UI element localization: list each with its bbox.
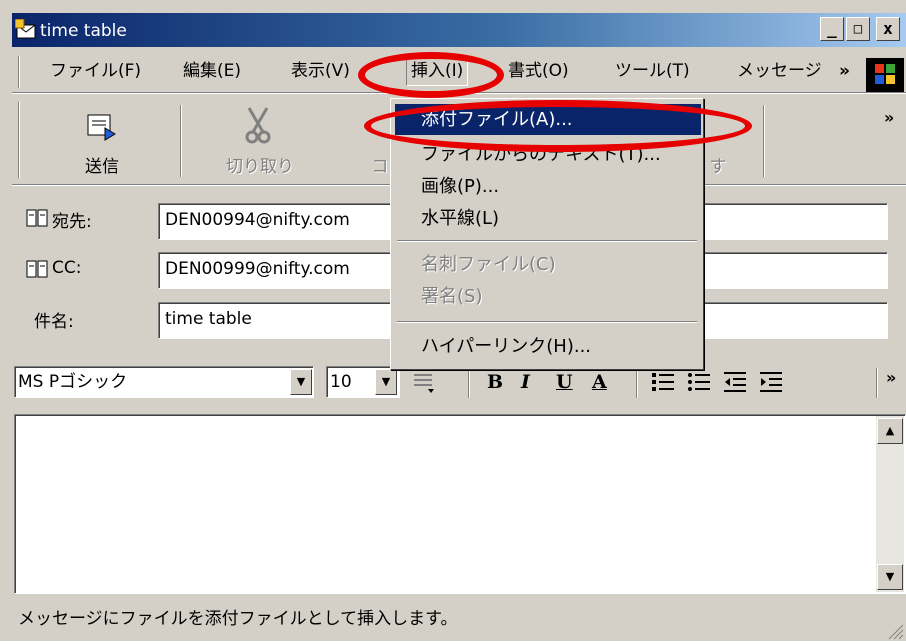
scroll-down-button[interactable]: ▼ xyxy=(877,564,903,590)
numbered-list-icon[interactable] xyxy=(650,370,676,394)
menu-edit[interactable]: 編集(E) xyxy=(183,56,241,86)
copy-button[interactable]: コ xyxy=(370,152,390,177)
address-book-icon[interactable] xyxy=(26,259,48,279)
format-separator-2 xyxy=(636,368,638,398)
menubar-overflow[interactable]: » xyxy=(839,56,850,86)
menu-view[interactable]: 表示(V) xyxy=(291,56,350,86)
cut-button[interactable]: 切り取り xyxy=(215,152,305,177)
scissors-icon xyxy=(243,106,273,146)
format-separator-3 xyxy=(876,368,878,398)
toolbar-separator xyxy=(180,105,182,177)
menu-separator xyxy=(397,321,697,323)
insert-menu: 添付ファイル(A)... ファイルからのテキスト(T)... 画像(P)... … xyxy=(390,98,704,370)
menu-tools[interactable]: ツール(T) xyxy=(615,56,690,86)
italic-button[interactable]: I xyxy=(521,371,530,393)
menu-item-business-card[interactable]: 名刺ファイル(C) xyxy=(395,249,701,280)
title-bar[interactable] xyxy=(12,13,906,47)
toolbar-overflow[interactable]: » xyxy=(884,108,894,127)
menu-insert[interactable]: 挿入(I) xyxy=(406,56,469,86)
menu-item-hyperlink[interactable]: ハイパーリンク(H)... xyxy=(395,331,701,362)
menu-item-text-from-file[interactable]: ファイルからのテキスト(T)... xyxy=(395,139,701,170)
toolbar-separator-2 xyxy=(763,105,765,177)
paste-button[interactable]: す xyxy=(708,152,728,177)
menu-message[interactable]: メッセージ xyxy=(737,56,822,86)
address-book-icon[interactable] xyxy=(26,208,48,228)
mail-envelope-icon xyxy=(14,18,37,41)
send-icon xyxy=(85,112,119,142)
close-button[interactable]: x xyxy=(876,17,900,41)
increase-indent-icon[interactable] xyxy=(758,370,784,394)
windows-logo-icon xyxy=(866,58,904,92)
scroll-up-button[interactable]: ▲ xyxy=(877,418,903,444)
decrease-indent-icon[interactable] xyxy=(722,370,748,394)
subject-label: 件名: xyxy=(34,312,74,332)
bullet-list-icon[interactable] xyxy=(686,370,712,394)
menu-item-attach-file[interactable]: 添付ファイル(A)... xyxy=(395,104,701,135)
message-body[interactable] xyxy=(14,414,906,594)
paragraph-style-icon[interactable] xyxy=(412,370,436,394)
compose-window: time table _ □ x ファイル(F) 編集(E) 表示(V) 挿入(… xyxy=(0,0,906,641)
minimize-button[interactable]: _ xyxy=(820,17,844,41)
send-button[interactable]: 送信 xyxy=(72,152,132,177)
resize-grip-icon[interactable] xyxy=(884,620,904,640)
toolbar-grip xyxy=(18,102,20,178)
format-overflow[interactable]: » xyxy=(886,368,896,387)
font-color-button[interactable]: A xyxy=(592,371,607,393)
menubar-divider xyxy=(12,92,906,94)
menu-item-signature[interactable]: 署名(S) xyxy=(395,281,701,312)
menu-separator xyxy=(397,240,697,242)
menu-format[interactable]: 書式(O) xyxy=(508,56,569,86)
cc-label: CC: xyxy=(52,258,82,278)
to-label: 宛先: xyxy=(52,212,92,232)
font-size-dropdown[interactable]: ▼ xyxy=(375,369,397,395)
bold-button[interactable]: B xyxy=(487,371,503,393)
window-title: time table xyxy=(40,21,127,41)
format-separator xyxy=(468,368,470,398)
menu-item-picture[interactable]: 画像(P)... xyxy=(395,171,701,202)
maximize-button[interactable]: □ xyxy=(846,17,870,41)
font-name-dropdown[interactable]: ▼ xyxy=(290,369,312,395)
menu-item-horizontal-line[interactable]: 水平線(L) xyxy=(395,203,701,234)
menubar-grip xyxy=(18,56,20,88)
font-name-combo[interactable]: MS Pゴシック xyxy=(14,366,314,398)
status-bar: メッセージにファイルを添付ファイルとして挿入します。 xyxy=(18,609,458,629)
underline-button[interactable]: U xyxy=(556,371,573,393)
menu-file[interactable]: ファイル(F) xyxy=(50,56,141,86)
